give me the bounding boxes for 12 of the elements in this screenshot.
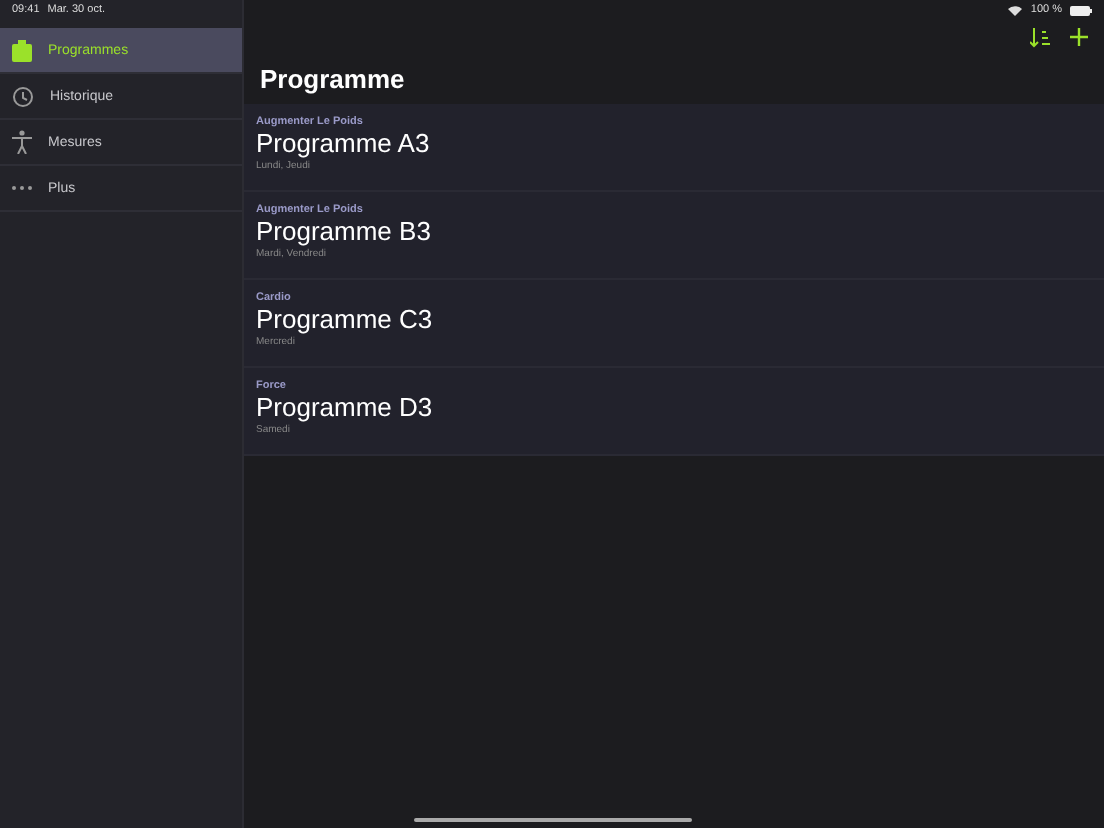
page-title: Programme <box>258 62 407 98</box>
wifi-icon <box>1008 5 1023 15</box>
program-name: Programme D3 <box>256 392 435 424</box>
person-icon <box>12 130 32 154</box>
clock-icon <box>12 85 34 107</box>
clipboard-icon <box>12 39 32 61</box>
add-icon[interactable] <box>1070 28 1088 46</box>
sort-icon[interactable] <box>1030 28 1050 48</box>
battery-icon <box>1070 5 1092 15</box>
program-name: Programme B3 <box>256 216 433 248</box>
program-name: Programme C3 <box>256 304 435 336</box>
program-name: Programme A3 <box>256 128 432 160</box>
